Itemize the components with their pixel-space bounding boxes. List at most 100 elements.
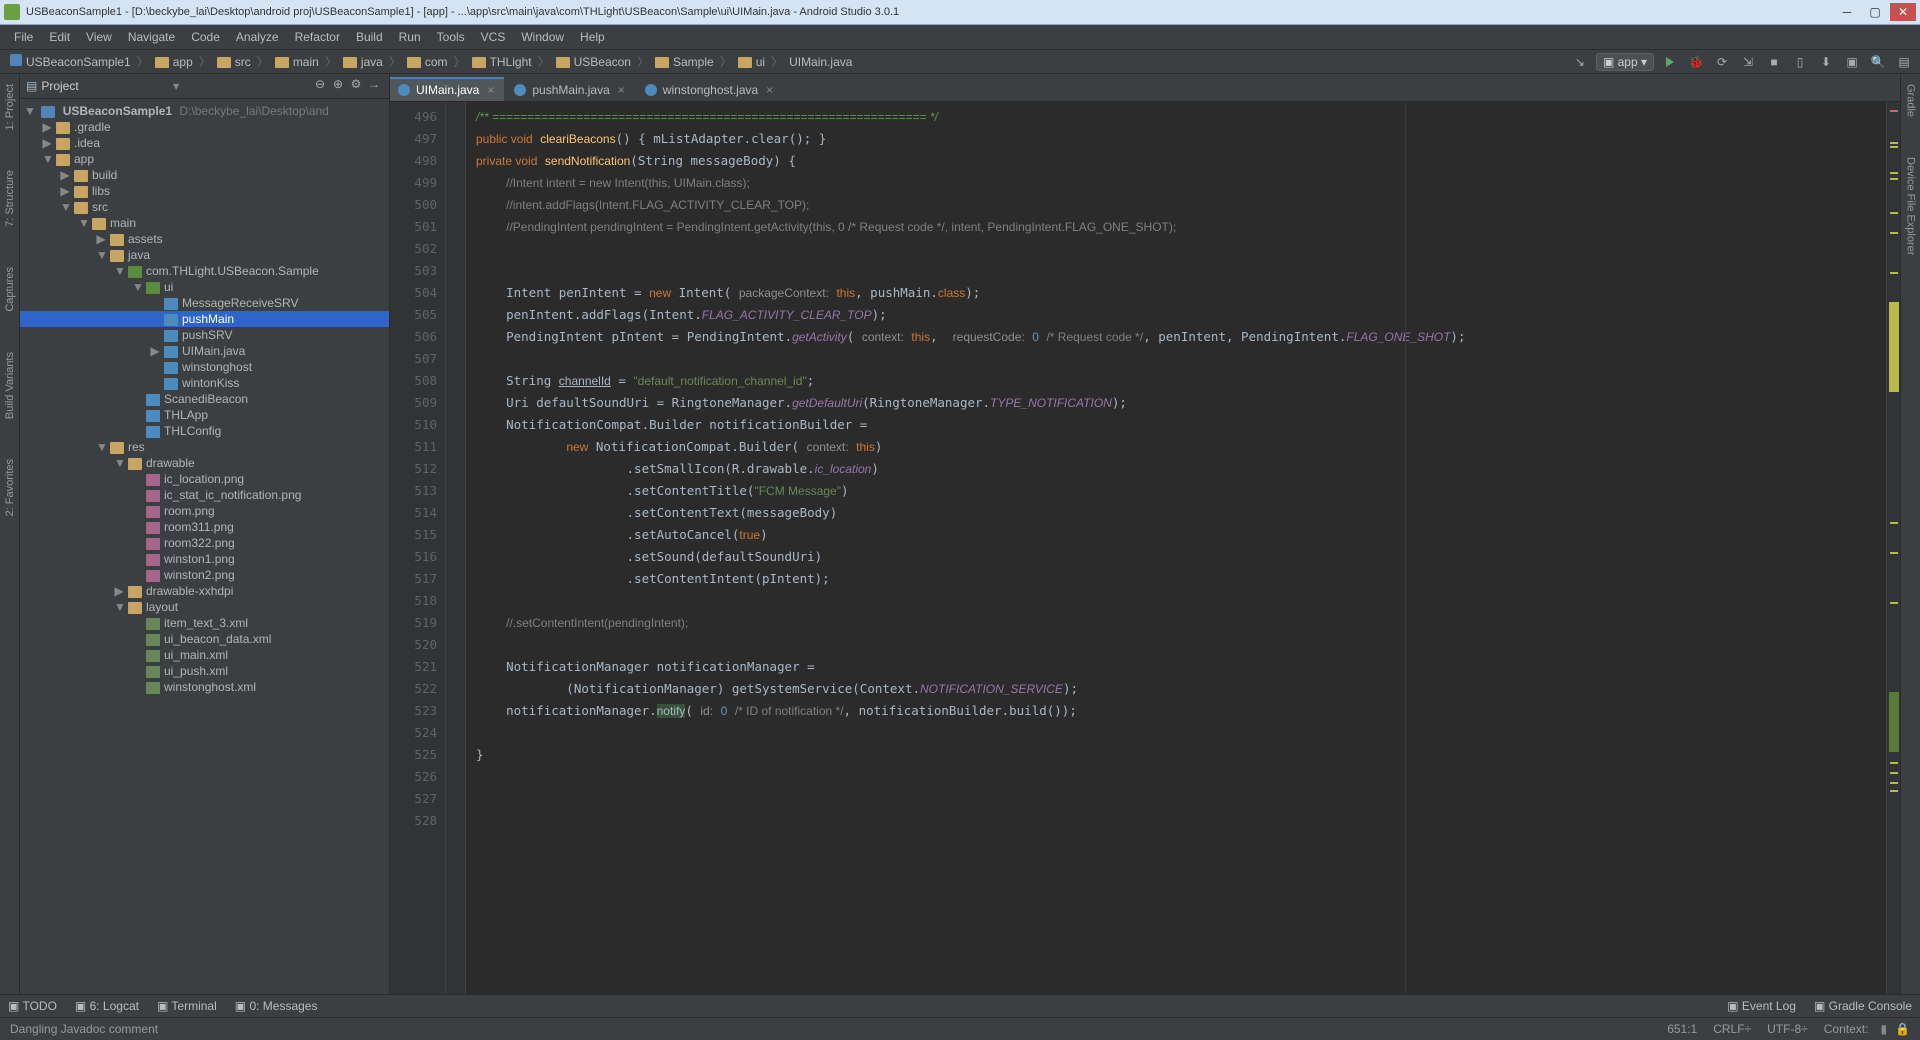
minimize-button[interactable]: ─ bbox=[1834, 3, 1860, 21]
status-item[interactable]: Context: bbox=[1824, 1022, 1869, 1036]
close-icon[interactable]: × bbox=[616, 83, 627, 97]
menu-refactor[interactable]: Refactor bbox=[287, 28, 348, 46]
menu-file[interactable]: File bbox=[6, 28, 41, 46]
tree-node-src[interactable]: ▼src bbox=[20, 199, 389, 215]
tool-project[interactable]: 1: Project bbox=[4, 84, 16, 130]
run-config-selector[interactable]: ▣ app ▾ bbox=[1596, 53, 1654, 71]
breadcrumb-item[interactable]: USBeacon bbox=[552, 55, 635, 69]
tree-node-winston2png[interactable]: winston2.png bbox=[20, 567, 389, 583]
tree-arrow[interactable]: ▼ bbox=[24, 104, 34, 118]
menu-navigate[interactable]: Navigate bbox=[120, 28, 183, 46]
tree-node-uimainjava[interactable]: ▶UIMain.java bbox=[20, 343, 389, 359]
tree-node-roompng[interactable]: room.png bbox=[20, 503, 389, 519]
tree-arrow[interactable]: ▼ bbox=[60, 200, 70, 214]
tool-favorites[interactable]: 2: Favorites bbox=[4, 459, 16, 516]
tree-node-thlconfig[interactable]: THLConfig bbox=[20, 423, 389, 439]
gear-icon[interactable]: ⚙ bbox=[347, 77, 365, 95]
tree-arrow[interactable]: ▼ bbox=[114, 600, 124, 614]
tree-node-app[interactable]: ▼app bbox=[20, 151, 389, 167]
tree-arrow[interactable]: ▼ bbox=[78, 216, 88, 230]
menu-analyze[interactable]: Analyze bbox=[228, 28, 287, 46]
breadcrumb-item[interactable]: Sample bbox=[651, 55, 718, 69]
tree-node-messagereceivesrv[interactable]: MessageReceiveSRV bbox=[20, 295, 389, 311]
debug-button[interactable]: 🐞 bbox=[1686, 52, 1706, 72]
tree-node-winston1png[interactable]: winston1.png bbox=[20, 551, 389, 567]
tree-arrow[interactable]: ▶ bbox=[96, 232, 106, 246]
menu-edit[interactable]: Edit bbox=[41, 28, 78, 46]
tree-node-java[interactable]: ▼java bbox=[20, 247, 389, 263]
tree-node-room311png[interactable]: room311.png bbox=[20, 519, 389, 535]
breadcrumb-item[interactable]: THLight bbox=[468, 55, 536, 69]
tree-node-winstonghostxml[interactable]: winstonghost.xml bbox=[20, 679, 389, 695]
project-scope-dropdown[interactable]: ▾ bbox=[173, 79, 179, 93]
tool-captures[interactable]: Captures bbox=[4, 267, 16, 312]
tree-node-drawable[interactable]: ▼drawable bbox=[20, 455, 389, 471]
expand-icon[interactable]: ⊕ bbox=[329, 77, 347, 95]
tree-arrow[interactable]: ▶ bbox=[42, 136, 52, 150]
tree-arrow[interactable]: ▶ bbox=[42, 120, 52, 134]
bottom-tab-gradleconsole[interactable]: ▣ Gradle Console bbox=[1814, 999, 1912, 1013]
breadcrumb-item[interactable]: UIMain.java bbox=[785, 55, 856, 69]
tree-node-res[interactable]: ▼res bbox=[20, 439, 389, 455]
maximize-button[interactable]: ▢ bbox=[1862, 3, 1888, 21]
bottom-tab-messages[interactable]: ▣ 0: Messages bbox=[235, 999, 318, 1013]
tool-gradle[interactable]: Gradle bbox=[1905, 84, 1917, 117]
bottom-tab-logcat[interactable]: ▣ 6: Logcat bbox=[75, 999, 139, 1013]
tree-arrow[interactable]: ▼ bbox=[96, 440, 106, 454]
sdk-button[interactable]: ⬇ bbox=[1816, 52, 1836, 72]
bottom-tab-eventlog[interactable]: ▣ Event Log bbox=[1727, 999, 1796, 1013]
status-item[interactable]: UTF-8÷ bbox=[1767, 1022, 1808, 1036]
breadcrumb-item[interactable]: java bbox=[339, 55, 387, 69]
tree-node-scanedibeacon[interactable]: ScanediBeacon bbox=[20, 391, 389, 407]
tree-node-itemtext3xml[interactable]: item_text_3.xml bbox=[20, 615, 389, 631]
tree-arrow[interactable]: ▶ bbox=[114, 584, 124, 598]
tree-node-libs[interactable]: ▶libs bbox=[20, 183, 389, 199]
tree-node-wintonkiss[interactable]: wintonKiss bbox=[20, 375, 389, 391]
run-button[interactable] bbox=[1660, 52, 1680, 72]
breadcrumb-item[interactable]: src bbox=[213, 55, 255, 69]
tree-node-uimainxml[interactable]: ui_main.xml bbox=[20, 647, 389, 663]
stop-button[interactable]: ■ bbox=[1764, 52, 1784, 72]
tree-node-uibeacondataxml[interactable]: ui_beacon_data.xml bbox=[20, 631, 389, 647]
tree-node-drawablexxhdpi[interactable]: ▶drawable-xxhdpi bbox=[20, 583, 389, 599]
tree-node-ui[interactable]: ▼ui bbox=[20, 279, 389, 295]
tree-arrow[interactable]: ▶ bbox=[150, 344, 160, 358]
breadcrumb-item[interactable]: ui bbox=[734, 55, 769, 69]
tree-node-iclocationpng[interactable]: ic_location.png bbox=[20, 471, 389, 487]
attach-button[interactable]: ⇲ bbox=[1738, 52, 1758, 72]
menu-vcs[interactable]: VCS bbox=[473, 28, 514, 46]
tree-arrow[interactable]: ▼ bbox=[132, 280, 142, 294]
collapse-icon[interactable]: ⊖ bbox=[311, 77, 329, 95]
code-editor[interactable]: /** ====================================… bbox=[466, 102, 1886, 994]
tree-node-uipushxml[interactable]: ui_push.xml bbox=[20, 663, 389, 679]
tool-devicefileexplorer[interactable]: Device File Explorer bbox=[1905, 157, 1917, 255]
close-icon[interactable]: × bbox=[485, 83, 496, 97]
menu-run[interactable]: Run bbox=[391, 28, 429, 46]
breadcrumb-item[interactable]: USBeaconSample1 bbox=[6, 55, 135, 69]
tool-structure[interactable]: 7: Structure bbox=[4, 170, 16, 227]
menu-help[interactable]: Help bbox=[572, 28, 613, 46]
menu-code[interactable]: Code bbox=[183, 28, 228, 46]
settings-icon[interactable]: ▤ bbox=[1894, 52, 1914, 72]
tree-node-winstonghost[interactable]: winstonghost bbox=[20, 359, 389, 375]
tree-node-idea[interactable]: ▶.idea bbox=[20, 135, 389, 151]
tree-node-thlapp[interactable]: THLApp bbox=[20, 407, 389, 423]
avd-button[interactable]: ▯ bbox=[1790, 52, 1810, 72]
bottom-tab-todo[interactable]: ▣ TODO bbox=[8, 999, 57, 1013]
menu-tools[interactable]: Tools bbox=[429, 28, 473, 46]
tree-arrow[interactable]: ▶ bbox=[60, 168, 70, 182]
tree-arrow[interactable]: ▼ bbox=[114, 264, 124, 278]
breadcrumb-item[interactable]: main bbox=[271, 55, 323, 69]
menu-view[interactable]: View bbox=[78, 28, 120, 46]
lock-icon[interactable]: 🔒 bbox=[1895, 1022, 1910, 1036]
memory-indicator[interactable]: ▮ bbox=[1880, 1022, 1887, 1036]
tab-pushmainjava[interactable]: pushMain.java× bbox=[506, 78, 634, 101]
tree-arrow[interactable]: ▼ bbox=[42, 152, 52, 166]
close-icon[interactable]: × bbox=[764, 83, 775, 97]
tab-winstonghostjava[interactable]: winstonghost.java× bbox=[637, 78, 783, 101]
tree-node-assets[interactable]: ▶assets bbox=[20, 231, 389, 247]
menu-build[interactable]: Build bbox=[348, 28, 391, 46]
breadcrumb-item[interactable]: com bbox=[403, 55, 452, 69]
menu-window[interactable]: Window bbox=[513, 28, 572, 46]
sync-icon[interactable]: ↘ bbox=[1570, 52, 1590, 72]
